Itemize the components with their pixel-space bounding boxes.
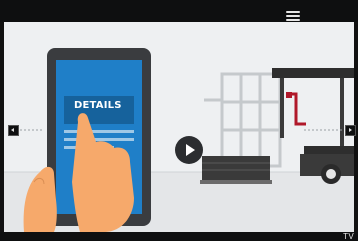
pallet — [200, 156, 272, 184]
tablet-heading: DETAILS — [74, 100, 122, 111]
play-icon[interactable] — [175, 136, 203, 164]
video-player: DETAILS TV — [0, 0, 358, 241]
chevron-left-icon[interactable] — [8, 125, 19, 136]
scaffold-structure — [204, 72, 282, 168]
chevron-right-icon[interactable] — [345, 125, 356, 136]
tv-label: TV — [343, 232, 354, 241]
illustration — [4, 48, 354, 232]
video-frame[interactable]: DETAILS — [4, 22, 354, 232]
truck-crane — [272, 68, 354, 184]
bottom-bar: TV — [0, 232, 358, 241]
top-bar — [0, 0, 358, 22]
hamburger-menu-icon[interactable] — [286, 11, 300, 22]
